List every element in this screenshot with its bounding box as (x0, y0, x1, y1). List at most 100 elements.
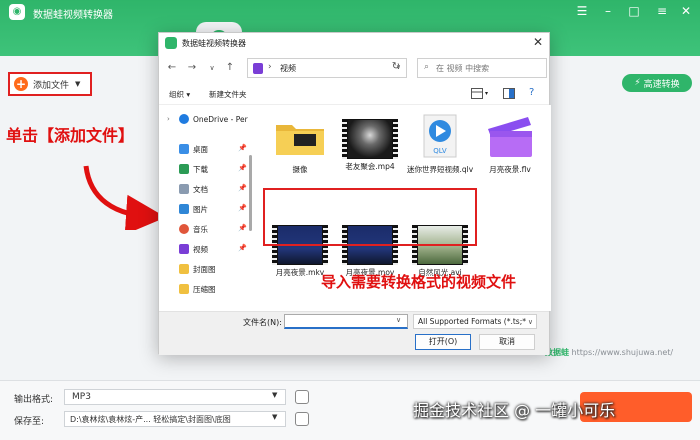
nav-item-cover-images[interactable]: 封面图 (159, 259, 255, 279)
fast-convert-button[interactable]: ⚡ 高速转换 (622, 74, 692, 92)
nav-item-videos[interactable]: 视频 📌 (159, 239, 255, 259)
nav-label: 视频 (193, 244, 208, 254)
pin-icon[interactable]: 📌 (238, 184, 247, 192)
open-button[interactable]: 打开(O) (415, 334, 471, 350)
settings-icon[interactable]: ≡ (652, 3, 672, 19)
chevron-down-icon[interactable]: ▼ (272, 391, 277, 399)
nav-item-music[interactable]: 音乐 📌 (159, 219, 255, 239)
folder-open-icon[interactable] (295, 412, 309, 426)
app-title: 数据蛙视频转换器 (33, 10, 113, 21)
filename-input[interactable] (284, 314, 408, 329)
nav-item-pictures[interactable]: 图片 📌 (159, 199, 255, 219)
file-type-select[interactable]: All Supported Formats (*.ts;* ∨ (413, 314, 537, 329)
forward-icon[interactable]: → (185, 61, 199, 75)
selection-highlight (263, 188, 477, 246)
site-watermark-url: https://www.shujuwa.net/ (571, 348, 674, 357)
pin-icon[interactable]: 📌 (238, 144, 247, 152)
nav-item-desktop[interactable]: 桌面 📌 (159, 139, 255, 159)
file-item[interactable]: 摄像 (267, 119, 333, 174)
folder-icon (179, 264, 189, 274)
file-name: 摄像 (292, 165, 308, 174)
nav-item-compressed-images[interactable]: 压缩图 (159, 279, 255, 299)
chevron-down-icon: ∨ (527, 318, 533, 326)
filename-label: 文件名(N): (243, 318, 282, 327)
pin-icon[interactable]: 📌 (238, 244, 247, 252)
desktop-icon (179, 144, 189, 154)
file-name: 迷你世界短视频.qlv (407, 165, 474, 174)
minimize-icon[interactable]: – (598, 3, 618, 19)
search-placeholder: 在 视频 中搜索 (436, 64, 490, 73)
chevron-right-icon[interactable]: › (167, 115, 170, 123)
nav-label: 音乐 (193, 224, 208, 234)
chevron-down-icon[interactable]: ▼ (75, 80, 80, 88)
folder-icon (276, 125, 324, 155)
output-format-select[interactable] (64, 389, 286, 405)
organize-button[interactable]: 组织 ▾ (169, 89, 190, 100)
nav-label: OneDrive - Per (193, 114, 248, 124)
nav-label: 桌面 (193, 144, 208, 154)
chevron-down-icon[interactable]: ∨ (396, 316, 401, 324)
preview-pane-icon[interactable] (503, 88, 515, 99)
lightning-icon: ⚡ (634, 78, 641, 88)
nav-item-downloads[interactable]: 下载 📌 (159, 159, 255, 179)
music-icon (179, 224, 189, 234)
file-type-value: All Supported Formats (*.ts;* (418, 317, 526, 326)
dialog-titlebar: 数据蛙视频转换器 ✕ (159, 33, 549, 53)
red-arrow-icon (83, 165, 158, 230)
skin-icon[interactable]: ☰ (572, 3, 592, 19)
view-mode-icon[interactable] (471, 88, 483, 99)
file-item[interactable]: 月亮夜景.flv (477, 113, 543, 174)
app-logo-icon: ◉ (9, 4, 25, 20)
nav-item-onedrive[interactable]: › OneDrive - Per (159, 109, 255, 129)
format-settings-icon[interactable] (295, 390, 309, 404)
help-icon[interactable]: ? (529, 87, 534, 98)
nav-item-documents[interactable]: 文档 📌 (159, 179, 255, 199)
nav-scrollbar[interactable] (249, 155, 252, 231)
video-thumbnail-icon (342, 119, 398, 159)
save-to-label: 保存至: (14, 417, 45, 427)
nav-label: 封面图 (193, 264, 216, 274)
dialog-title: 数据蛙视频转换器 (182, 39, 246, 48)
fast-convert-label: 高速转换 (643, 79, 680, 90)
add-file-label: 添加文件 (33, 80, 70, 91)
cloud-icon (179, 114, 189, 124)
dialog-toolbar: 组织 ▾ 新建文件夹 ▾ ? (159, 83, 549, 105)
refresh-icon[interactable]: ↻ (389, 61, 403, 75)
folder-icon (179, 284, 189, 294)
site-watermark: 数据蛙 https://www.shujuwa.net/ (545, 347, 673, 358)
flv-file-icon (488, 117, 532, 157)
import-instruction-annotation: 导入需要转换格式的视频文件 (321, 273, 517, 291)
document-icon (179, 184, 189, 194)
file-item[interactable]: QLV 迷你世界短视频.qlv (407, 113, 473, 174)
up-icon[interactable]: ↑ (223, 61, 237, 75)
file-item[interactable]: 老友聚会.mp4 (337, 119, 403, 171)
add-file-button[interactable]: + 添加文件 ▼ (8, 72, 92, 96)
address-bar[interactable]: › 视频 ∨ (247, 58, 407, 78)
file-name: 月亮夜景.flv (489, 165, 531, 174)
back-icon[interactable]: ← (165, 61, 179, 75)
new-folder-button[interactable]: 新建文件夹 (209, 89, 247, 100)
chevron-right-icon: › (268, 62, 272, 72)
plus-icon: + (14, 77, 28, 91)
pin-icon[interactable]: 📌 (238, 224, 247, 232)
dialog-logo-icon (165, 37, 177, 49)
cancel-button[interactable]: 取消 (479, 334, 535, 350)
dialog-footer: 文件名(N): ∨ All Supported Formats (*.ts;* … (159, 311, 549, 355)
chevron-down-icon[interactable]: ▼ (272, 413, 277, 421)
chevron-down-icon[interactable]: ▾ (485, 90, 488, 97)
output-format-label: 输出格式: (14, 395, 54, 405)
picture-icon (179, 204, 189, 214)
address-text: 视频 (280, 64, 296, 73)
chevron-down-icon[interactable]: ∨ (205, 61, 219, 75)
qlv-file-icon: QLV (423, 114, 457, 158)
click-instruction-annotation: 单击【添加文件】 (6, 126, 135, 145)
svg-text:QLV: QLV (433, 147, 447, 155)
search-input[interactable]: ⌕ 在 视频 中搜索 (417, 58, 547, 78)
pin-icon[interactable]: 📌 (238, 164, 247, 172)
nav-label: 下载 (193, 164, 208, 174)
pin-icon[interactable]: 📌 (238, 204, 247, 212)
dialog-close-icon[interactable]: ✕ (533, 35, 543, 49)
maximize-icon[interactable]: □ (624, 3, 644, 19)
close-icon[interactable]: ✕ (676, 3, 696, 19)
nav-label: 图片 (193, 204, 208, 214)
